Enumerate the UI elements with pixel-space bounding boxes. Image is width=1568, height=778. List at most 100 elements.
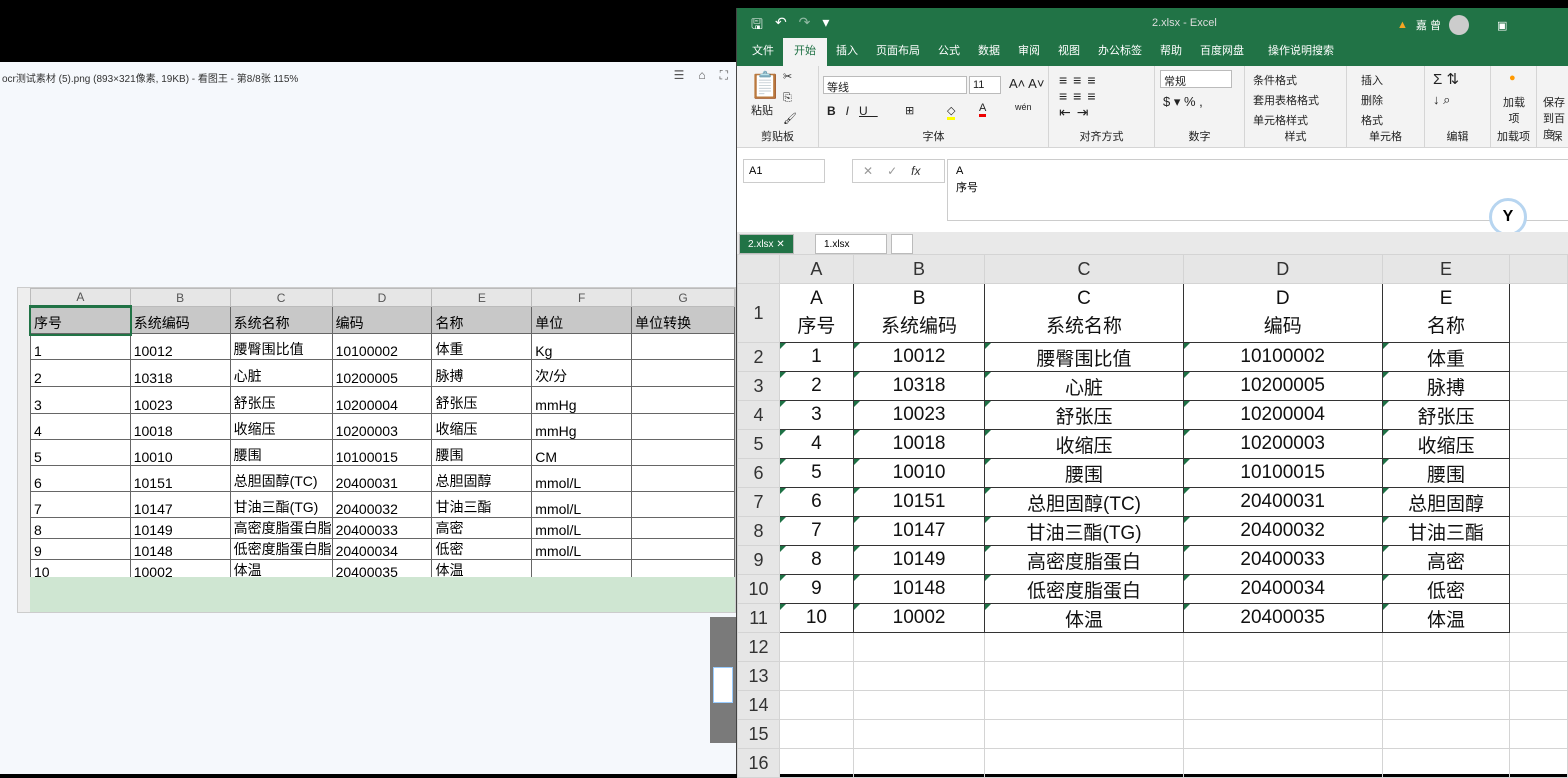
cell[interactable]: 6 xyxy=(779,487,854,517)
cell[interactable]: 10010 xyxy=(852,458,986,488)
cell[interactable] xyxy=(1182,632,1383,662)
cell[interactable]: 10151 xyxy=(852,487,986,517)
enter-icon[interactable]: ✓ xyxy=(887,164,897,178)
row-header[interactable]: 1 xyxy=(736,283,781,343)
paste-icon[interactable]: 📋 xyxy=(749,70,781,101)
cell[interactable] xyxy=(1509,574,1568,604)
cell[interactable]: 收缩压 xyxy=(1381,429,1511,459)
cell[interactable] xyxy=(1182,661,1383,691)
new-tab-button[interactable] xyxy=(891,234,913,254)
ribbon-tab[interactable]: 文件 xyxy=(743,42,783,66)
warning-icon[interactable]: ▲ xyxy=(1397,19,1408,31)
cell[interactable]: 10002 xyxy=(852,603,986,633)
row-header[interactable]: 8 xyxy=(736,516,781,546)
cell[interactable] xyxy=(852,632,986,662)
cell[interactable] xyxy=(779,632,854,662)
copy-icon[interactable]: ⎘ xyxy=(783,92,792,105)
cell[interactable]: 体重 xyxy=(1381,342,1511,372)
cell[interactable] xyxy=(779,690,854,720)
row-header[interactable]: 2 xyxy=(736,342,781,372)
fx-icon[interactable]: fx xyxy=(911,164,920,178)
column-header[interactable]: C xyxy=(984,254,1184,284)
cell[interactable]: 腰围 xyxy=(1381,458,1511,488)
row-header[interactable]: 7 xyxy=(736,487,781,517)
name-box[interactable]: A1 xyxy=(743,159,825,183)
row-header[interactable]: 12 xyxy=(736,632,781,662)
user-name[interactable]: 嘉 曾 xyxy=(1416,17,1441,33)
thumbnail-strip[interactable] xyxy=(710,617,736,743)
cell[interactable] xyxy=(1509,603,1568,633)
ribbon-tab[interactable]: 操作说明搜索 xyxy=(1259,42,1343,66)
cell[interactable]: 脉搏 xyxy=(1381,371,1511,401)
cell[interactable]: 腰围 xyxy=(984,458,1184,488)
find-icon[interactable]: ↓ ⌕ xyxy=(1433,92,1450,108)
row-header[interactable]: 10 xyxy=(736,574,781,604)
ribbon-tab[interactable]: 开始 xyxy=(783,36,827,66)
cell[interactable]: 10200005 xyxy=(1182,371,1383,401)
shirt-icon[interactable]: ⌂ xyxy=(698,68,705,83)
cell[interactable] xyxy=(984,719,1184,749)
cell[interactable]: 高密度脂蛋白 xyxy=(984,545,1184,575)
cancel-icon[interactable]: ✕ xyxy=(863,164,873,178)
column-header[interactable]: B xyxy=(852,254,986,284)
thumbnail[interactable] xyxy=(713,667,733,703)
cell[interactable]: 舒张压 xyxy=(984,400,1184,430)
cut-icon[interactable]: ✂ xyxy=(783,70,792,83)
tab-1xlsx[interactable]: 1.xlsx xyxy=(815,234,887,254)
column-header[interactable]: D xyxy=(1182,254,1383,284)
select-all-button[interactable] xyxy=(736,254,781,284)
ribbon-tab[interactable]: 百度网盘 xyxy=(1191,42,1253,66)
cell[interactable] xyxy=(1509,748,1568,778)
row-header[interactable]: 16 xyxy=(736,748,781,778)
cell[interactable]: 20400032 xyxy=(1182,516,1383,546)
cell[interactable]: 3 xyxy=(779,400,854,430)
row-header[interactable]: 14 xyxy=(736,690,781,720)
cell[interactable]: 总胆固醇 xyxy=(1381,487,1511,517)
cell[interactable] xyxy=(1182,719,1383,749)
cell[interactable] xyxy=(1509,458,1568,488)
cell[interactable]: 腰臀围比值 xyxy=(984,342,1184,372)
cell[interactable]: E 名称 xyxy=(1381,283,1511,343)
fill-color-icon[interactable]: ◇ xyxy=(947,104,956,120)
row-header[interactable]: 15 xyxy=(736,719,781,749)
cell[interactable] xyxy=(1509,487,1568,517)
font-size-select[interactable]: 11 xyxy=(969,76,1001,94)
column-header[interactable] xyxy=(1509,254,1568,284)
cell[interactable]: 9 xyxy=(779,574,854,604)
ribbon-tab[interactable]: 插入 xyxy=(827,42,867,66)
cell[interactable]: A 序号 xyxy=(779,283,854,343)
addins-button[interactable]: 加载项 xyxy=(1499,94,1529,126)
cell[interactable]: 10100002 xyxy=(1182,342,1383,372)
cell[interactable] xyxy=(1509,371,1568,401)
cell[interactable] xyxy=(1509,690,1568,720)
ribbon-tab[interactable]: 视图 xyxy=(1049,42,1089,66)
cell[interactable]: 20400034 xyxy=(1182,574,1383,604)
cell[interactable]: 甘油三酯(TG) xyxy=(984,516,1184,546)
cell[interactable]: 舒张压 xyxy=(1381,400,1511,430)
ribbon-tab[interactable]: 页面布局 xyxy=(867,42,929,66)
row-header[interactable]: 13 xyxy=(736,661,781,691)
avatar[interactable] xyxy=(1448,15,1469,35)
redo-icon[interactable]: ↷ xyxy=(799,14,811,38)
cell[interactable] xyxy=(779,661,854,691)
cell[interactable]: 体温 xyxy=(984,603,1184,633)
menu-icon[interactable]: ☰ xyxy=(674,68,685,83)
cell[interactable] xyxy=(779,719,854,749)
save-icon[interactable]: 🖫 xyxy=(751,14,763,38)
cell[interactable]: B 系统编码 xyxy=(852,283,986,343)
cell[interactable]: 10148 xyxy=(852,574,986,604)
row-header[interactable]: 11 xyxy=(736,603,781,633)
align-icons[interactable]: ≡≡≡ ≡≡≡ ⇤⇥ xyxy=(1059,72,1102,121)
cell[interactable]: 10 xyxy=(779,603,854,633)
insert-button[interactable]: 插入 xyxy=(1361,72,1383,88)
row-header[interactable]: 9 xyxy=(736,545,781,575)
fullscreen-icon[interactable]: ⛶ xyxy=(720,68,728,83)
cell[interactable]: 低密 xyxy=(1381,574,1511,604)
font-color-icon[interactable]: A xyxy=(979,102,987,117)
cell[interactable]: 低密度脂蛋白 xyxy=(984,574,1184,604)
ribbon-tab[interactable]: 数据 xyxy=(969,42,1009,66)
formula-input[interactable]: A 序号 xyxy=(947,159,1568,221)
cell[interactable] xyxy=(1509,516,1568,546)
ribbon-tab[interactable]: 公式 xyxy=(929,42,969,66)
cell[interactable]: 10318 xyxy=(852,371,986,401)
